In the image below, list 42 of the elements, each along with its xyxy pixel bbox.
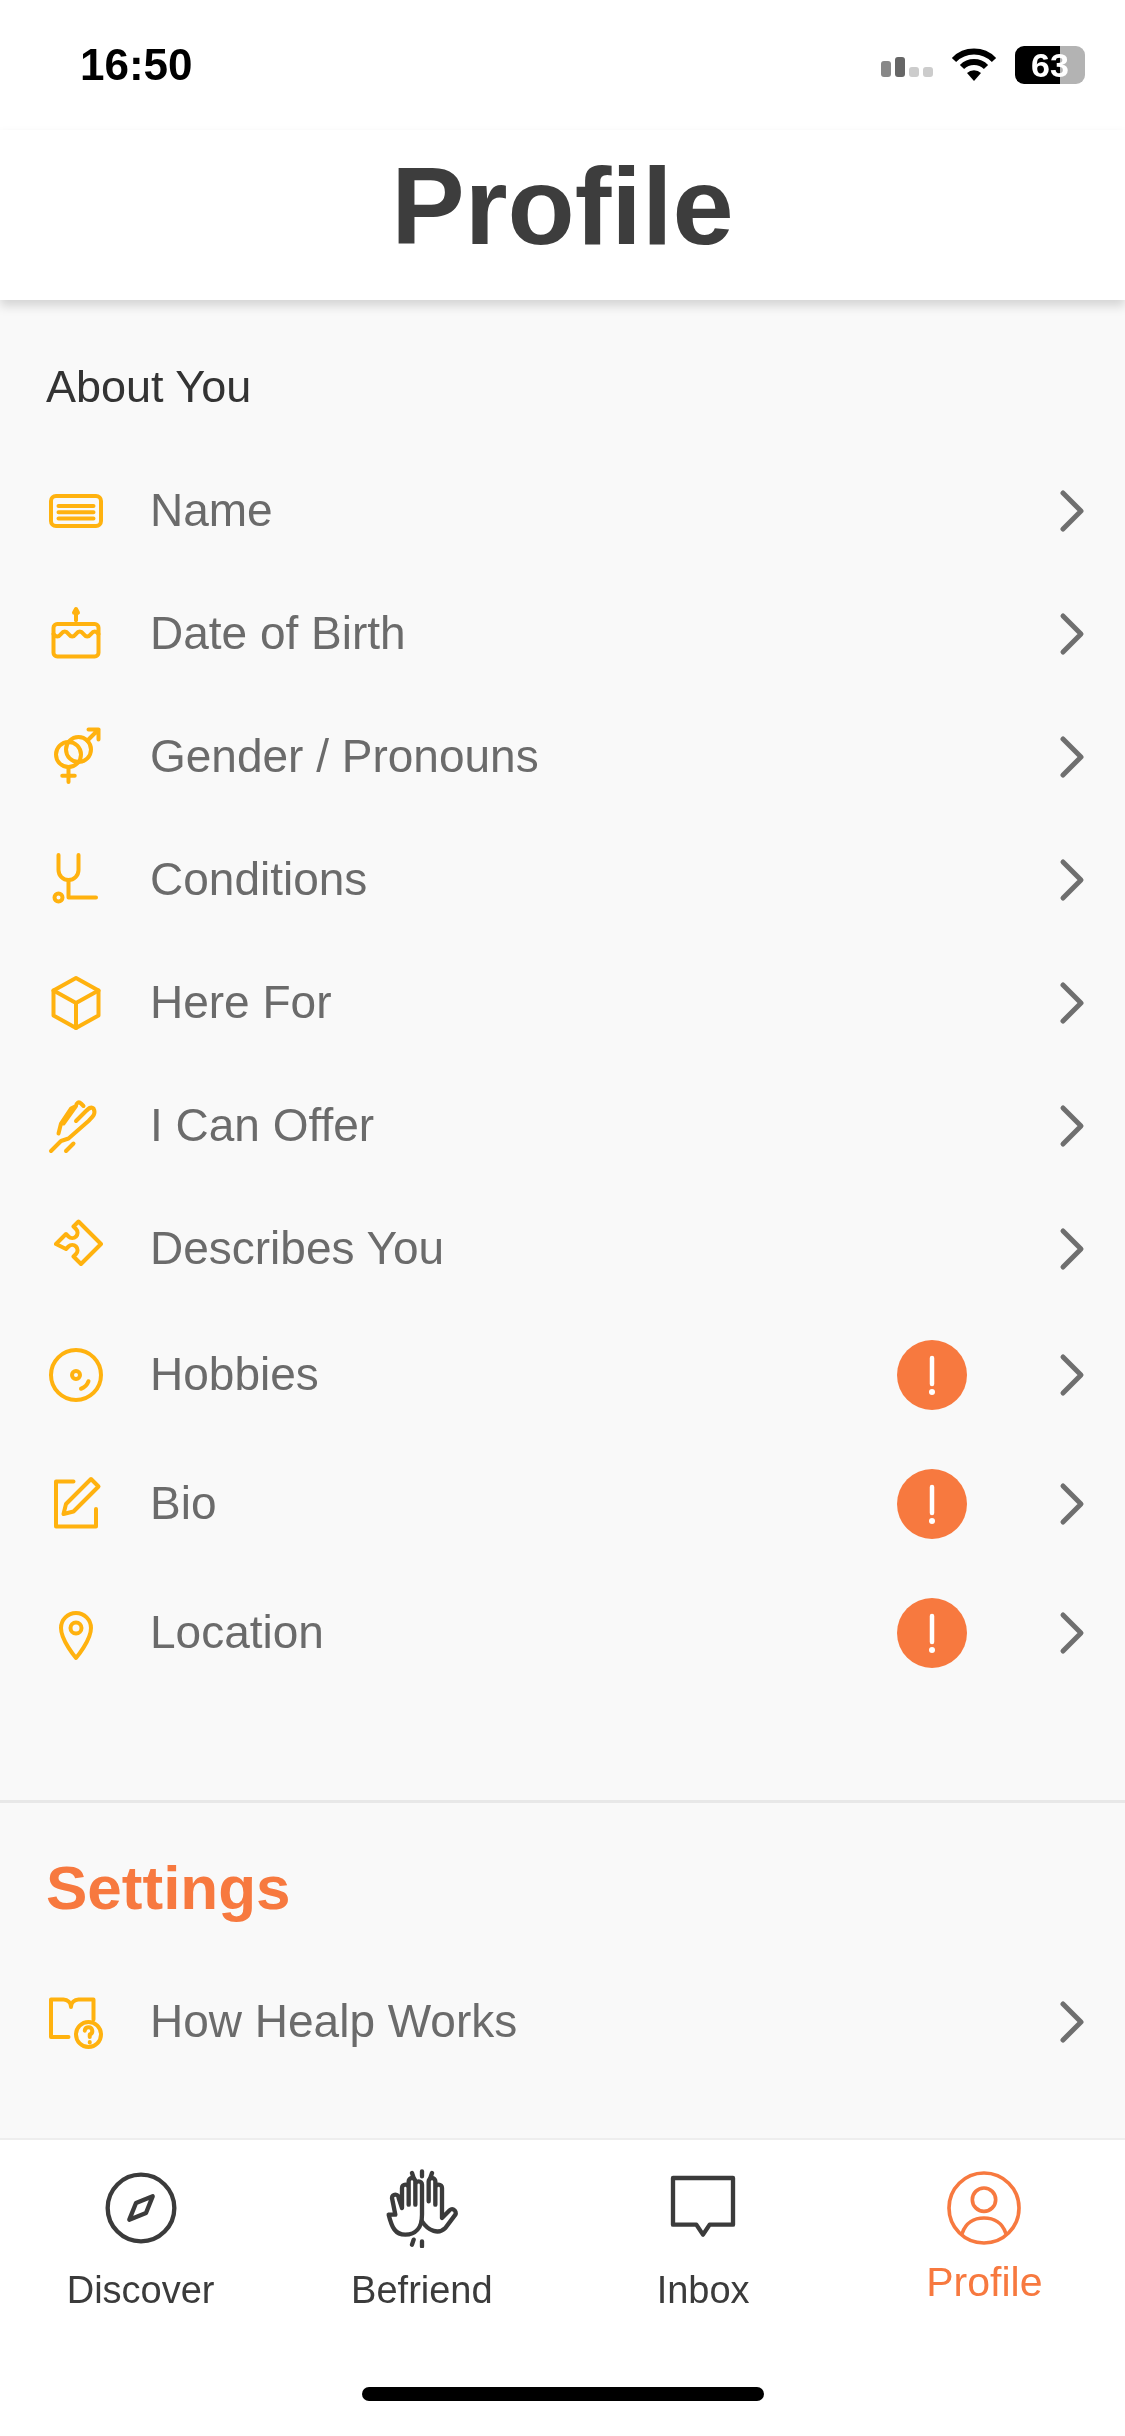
status-time: 16:50 (80, 39, 193, 91)
profile-menu-row[interactable]: Conditions (0, 818, 1125, 941)
row-label: Conditions (150, 852, 369, 907)
page-title: Profile (391, 142, 734, 269)
profile-menu-row[interactable]: How Healp Works (0, 1960, 1125, 2084)
profile-menu-row[interactable]: Hobbies (0, 1310, 1125, 1439)
tab-bar-item[interactable]: Befriend (321, 2168, 522, 2319)
row-label: Hobbies (150, 1347, 320, 1402)
profile-menu-row[interactable]: Here For (0, 941, 1125, 1064)
chevron-right-icon (1059, 611, 1085, 656)
tab-bar-item[interactable]: Profile (884, 2168, 1085, 2314)
row-label: Gender / Pronouns (150, 729, 540, 784)
wifi-icon (951, 48, 997, 82)
chevron-right-icon (1059, 980, 1085, 1025)
row-label: Here For (150, 975, 333, 1030)
profile-menu-row[interactable]: Gender / Pronouns (0, 695, 1125, 818)
row-label: I Can Offer (150, 1098, 376, 1153)
section-heading: About You (45, 360, 253, 414)
chevron-right-icon (1059, 1103, 1085, 1148)
row-label: Name (150, 483, 274, 538)
row-label: Date of Birth (150, 606, 407, 661)
chevron-right-icon (1059, 734, 1085, 779)
chevron-right-icon (1059, 1610, 1085, 1655)
chevron-right-icon (1059, 488, 1085, 533)
tab-bar-item[interactable]: Discover (40, 2168, 241, 2319)
chevron-right-icon (1059, 857, 1085, 902)
profile-menu-row[interactable]: Bio (0, 1439, 1125, 1568)
profile-menu-row[interactable]: Describes You (0, 1187, 1125, 1310)
profile-menu-row[interactable]: I Can Offer (0, 1064, 1125, 1187)
chevron-right-icon (1059, 1226, 1085, 1271)
profile-menu-row[interactable]: Location (0, 1568, 1125, 1697)
chevron-right-icon (1059, 1481, 1085, 1526)
row-label: Location (150, 1605, 325, 1660)
profile-menu-row[interactable]: Date of Birth (0, 572, 1125, 695)
chevron-right-icon (1059, 1352, 1085, 1397)
profile-menu-row[interactable]: Name (0, 449, 1125, 572)
row-label: Bio (150, 1476, 218, 1531)
section-heading: Settings (46, 1852, 292, 1924)
tab-bar-item[interactable]: Inbox (603, 2168, 804, 2319)
chevron-right-icon (1059, 1999, 1085, 2044)
row-label: How Healp Works (150, 1994, 519, 2050)
row-label: Describes You (150, 1221, 446, 1276)
